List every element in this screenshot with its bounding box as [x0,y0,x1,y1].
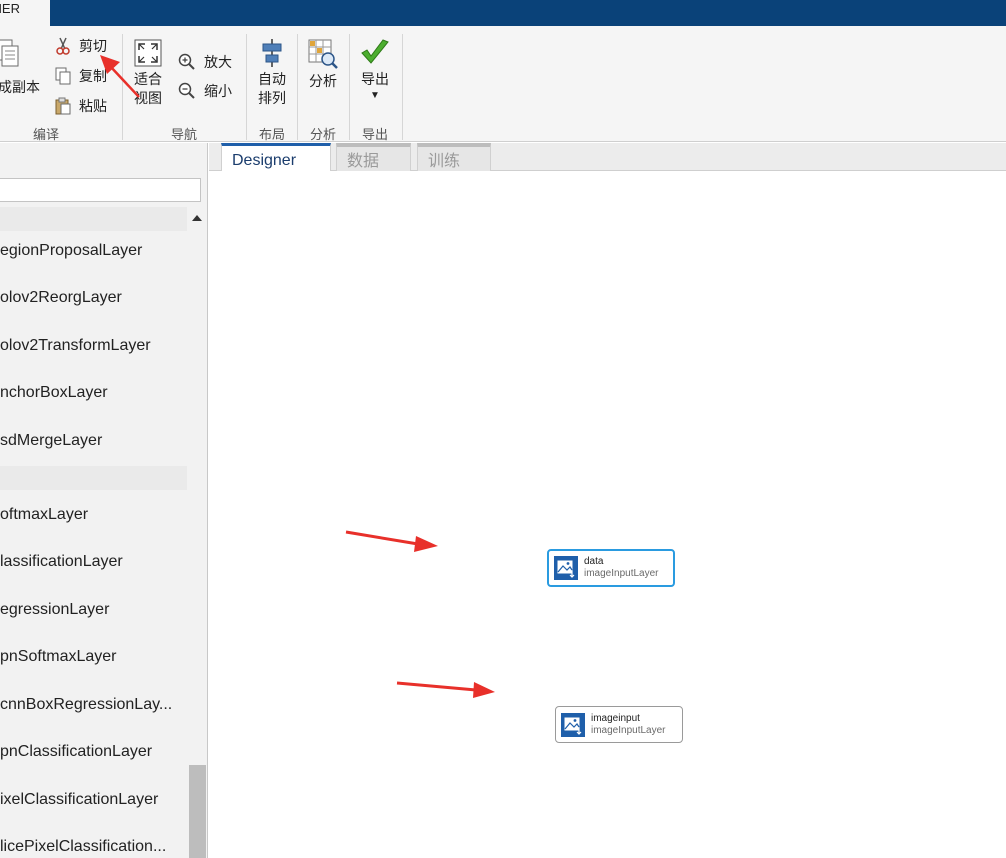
image-input-icon [554,556,578,580]
dropdown-arrow-icon[interactable]: ▼ [354,89,396,103]
duplicate-label: 成副本 [0,79,40,95]
palette-layer-item[interactable]: pnClassificationLayer [0,732,188,772]
auto-arrange-button[interactable]: 自动 排列 [252,38,292,108]
palette-layer-item[interactable]: pnSoftmaxLayer [0,637,188,677]
scissors-icon [56,37,70,55]
designer-canvas[interactable]: data imageInputLayer imageinput imageInp… [209,171,1006,858]
layer-node-type: imageInputLayer [584,568,659,579]
palette-layer-item[interactable]: ixelClassificationLayer [0,780,188,820]
paste-label: 粘贴 [79,98,107,114]
tab-training[interactable]: 训练 [417,143,491,171]
layer-node-type: imageInputLayer [591,724,666,736]
category-header[interactable] [0,207,187,231]
title-bar: NER [0,0,1006,26]
section-divider [122,34,123,140]
zoom-out-button[interactable]: 缩小 [178,81,232,101]
document-tab-bar: Designer 数据 训练 [209,143,1006,172]
copy-label: 复制 [79,68,107,84]
category-header[interactable] [0,466,187,490]
palette-layer-item[interactable]: olov2TransformLayer [0,326,188,366]
fit-view-label-2: 视图 [134,90,162,106]
section-divider [402,34,403,140]
duplicate-button[interactable]: 成副本 [0,38,44,95]
section-label-navigation: 导航 [170,127,197,142]
layer-node-data[interactable]: data imageInputLayer [547,549,675,587]
palette-layer-item[interactable]: cnnBoxRegressionLay... [0,685,188,725]
zoom-in-button[interactable]: 放大 [178,52,232,72]
checkmark-icon [361,39,389,64]
auto-arrange-label-2: 排列 [258,90,286,106]
layer-search-input[interactable] [0,178,201,202]
section-divider [349,34,350,140]
tab-data[interactable]: 数据 [336,143,411,171]
cut-button[interactable]: 剪切 [55,36,107,56]
zoom-in-label: 放大 [204,54,232,70]
copy-icon [55,67,71,85]
palette-layer-item[interactable]: egionProposalLayer [0,231,188,271]
section-label-compile: 编译 [32,127,59,142]
layer-node-text: imageinput imageInputLayer [591,713,666,737]
fit-view-label-1: 适合 [134,71,162,87]
layer-node-name: data [584,556,604,567]
fit-view-icon [134,39,162,67]
zoom-out-label: 缩小 [204,83,232,99]
palette-layer-item[interactable]: sdMergeLayer [0,421,188,461]
section-label-layout: 布局 [258,127,285,142]
image-input-icon [561,712,585,737]
auto-arrange-label-1: 自动 [258,71,286,87]
analyze-label: 分析 [309,73,337,89]
layer-node-imageinput[interactable]: imageinput imageInputLayer [555,706,683,743]
palette-layer-item[interactable]: licePixelClassification... [0,827,188,858]
palette-layer-item[interactable]: oftmaxLayer [0,495,188,535]
export-button[interactable]: 导出 ▼ [354,38,396,103]
layer-node-text: data imageInputLayer [584,556,659,580]
palette-layer-item[interactable]: nchorBoxLayer [0,373,188,413]
fit-view-button[interactable]: 适合 视图 [128,38,168,108]
section-label-analysis: 分析 [309,127,336,142]
zoom-in-icon [178,53,195,70]
zoom-out-icon [178,82,195,99]
cut-label: 剪切 [79,38,107,54]
section-divider [297,34,298,140]
paste-icon [55,97,71,115]
layer-node-name: imageinput [591,712,640,724]
auto-arrange-icon [262,39,282,67]
export-label: 导出 [361,71,389,87]
app-tab[interactable]: NER [0,0,50,26]
palette-layer-item[interactable]: lassificationLayer [0,542,188,582]
app-tab-label: NER [0,1,20,16]
scroll-up-icon[interactable] [191,212,203,224]
analyze-icon [308,39,338,69]
analyze-button[interactable]: 分析 [302,38,344,91]
palette-layer-item[interactable]: olov2ReorgLayer [0,278,188,318]
duplicate-icon [0,39,19,67]
layer-library-panel: egionProposalLayer olov2ReorgLayer olov2… [0,143,208,858]
copy-button[interactable]: 复制 [55,66,107,86]
palette-layer-item[interactable]: egressionLayer [0,590,188,630]
tab-designer[interactable]: Designer [221,143,331,172]
paste-button[interactable]: 粘贴 [55,96,107,116]
section-label-export: 导出 [361,127,388,142]
section-divider [246,34,247,140]
palette-scrollbar-thumb[interactable] [189,765,206,858]
toolstrip: 成副本 剪切 复制 粘贴 编译 适合 视图 放大 缩小 导航 自动 排列 布局 … [0,26,1006,142]
